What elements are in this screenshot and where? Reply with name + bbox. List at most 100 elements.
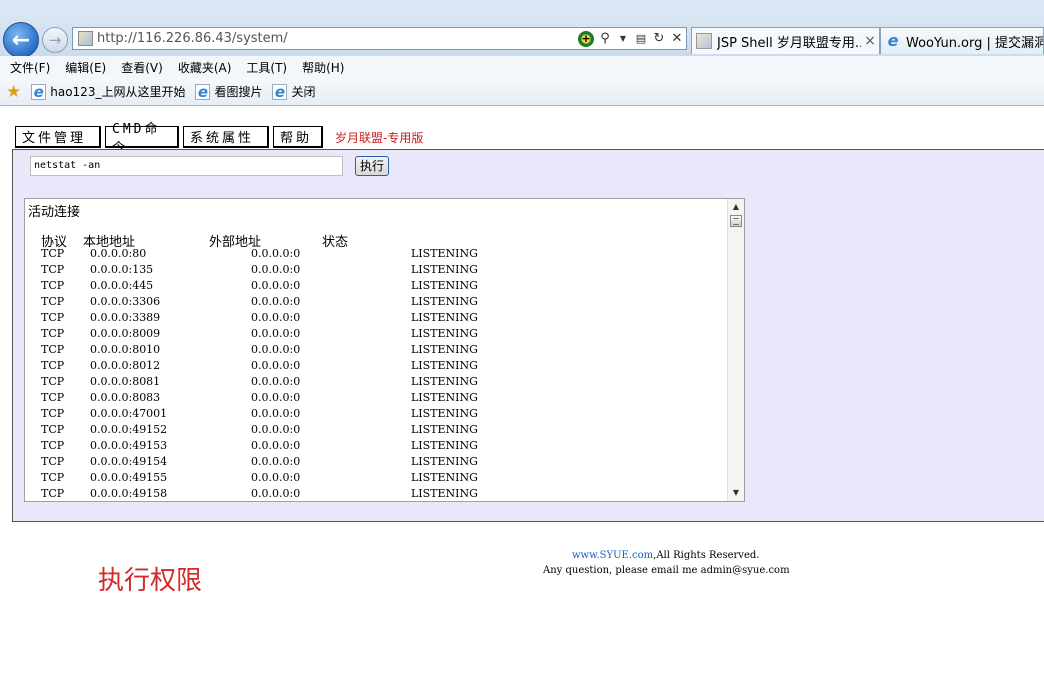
scroll-down-icon[interactable]: ▼ [728, 486, 744, 500]
connection-row: TCP 0.0.0.0:49152 0.0.0.0:0 LISTENING [25, 423, 728, 439]
cell-state: LISTENING [411, 455, 478, 468]
cell-foreign: 0.0.0.0:0 [251, 263, 301, 276]
menu-favorites[interactable]: 收藏夹(A) [178, 59, 232, 76]
compat-page-icon[interactable]: ▤ [634, 30, 648, 48]
cell-foreign: 0.0.0.0:0 [251, 487, 301, 500]
menu-bar: 文件(F) 编辑(E) 查看(V) 收藏夹(A) 工具(T) 帮助(H) [0, 56, 1044, 78]
footer-link[interactable]: www.SYUE.com [572, 550, 653, 561]
cell-foreign: 0.0.0.0:0 [251, 295, 301, 308]
tab-file-manager[interactable]: 文件管理 [15, 126, 101, 148]
cell-foreign: 0.0.0.0:0 [251, 375, 301, 388]
menu-tools[interactable]: 工具(T) [246, 59, 287, 76]
cell-proto: TCP [41, 343, 65, 356]
scroll-thumb[interactable] [730, 215, 742, 227]
connection-row: TCP 0.0.0.0:49155 0.0.0.0:0 LISTENING [25, 471, 728, 487]
footer-copyright: www.SYUE.com,All Rights Reserved. [572, 550, 759, 561]
cell-local: 0.0.0.0:49153 [90, 439, 168, 452]
cell-proto: TCP [41, 247, 65, 260]
output-title: 活动连接 [28, 205, 81, 220]
cell-proto: TCP [41, 439, 65, 452]
stop-icon[interactable]: ✕ [670, 30, 684, 48]
address-bar[interactable]: http://116.226.86.43/system/ + ⚲ ▼ ▤ ↻ ✕ [72, 27, 687, 50]
connection-row: TCP 0.0.0.0:80 0.0.0.0:0 LISTENING [25, 247, 728, 263]
cell-foreign: 0.0.0.0:0 [251, 247, 301, 260]
cell-local: 0.0.0.0:3306 [90, 295, 161, 308]
cell-foreign: 0.0.0.0:0 [251, 327, 301, 340]
scroll-up-icon[interactable]: ▲ [728, 200, 744, 214]
ie-page-icon: e [195, 83, 211, 100]
output-content: 活动连接 协议 本地地址 外部地址 状态 TCP 0.0.0.0:80 0.0.0.… [25, 199, 728, 501]
cell-proto: TCP [41, 279, 65, 292]
cell-foreign: 0.0.0.0:0 [251, 423, 301, 436]
cell-local: 0.0.0.0:3389 [90, 311, 161, 324]
cell-state: LISTENING [411, 423, 478, 436]
tab-system-properties[interactable]: 系统属性 [183, 126, 269, 148]
cell-proto: TCP [41, 311, 65, 324]
brand-label: 岁月联盟-专用版 [335, 130, 424, 145]
cell-foreign: 0.0.0.0:0 [251, 279, 301, 292]
cell-foreign: 0.0.0.0:0 [251, 407, 301, 420]
cell-proto: TCP [41, 327, 65, 340]
search-icon[interactable]: ⚲ [598, 30, 612, 48]
tab-cmd[interactable]: CMD命令 [105, 122, 179, 156]
forward-button[interactable]: → [42, 27, 68, 53]
cell-state: LISTENING [411, 279, 478, 292]
connection-row: TCP 0.0.0.0:3306 0.0.0.0:0 LISTENING [25, 295, 728, 311]
connection-row: TCP 0.0.0.0:445 0.0.0.0:0 LISTENING [25, 279, 728, 295]
ie-page-icon: e [31, 83, 47, 100]
chevron-down-icon[interactable]: ▼ [616, 30, 630, 48]
footer-rights: ,All Rights Reserved. [653, 550, 760, 561]
footer-contact: Any question, please email me admin@syue… [543, 565, 790, 576]
cell-proto: TCP [41, 455, 65, 468]
connection-row: TCP 0.0.0.0:8012 0.0.0.0:0 LISTENING [25, 359, 728, 375]
compatibility-view-icon[interactable]: + [578, 31, 594, 47]
menu-view[interactable]: 查看(V) [121, 59, 163, 76]
menu-help[interactable]: 帮助(H) [302, 59, 344, 76]
address-text[interactable]: http://116.226.86.43/system/ [97, 31, 288, 46]
cell-local: 0.0.0.0:8083 [90, 391, 161, 404]
connection-row: TCP 0.0.0.0:3389 0.0.0.0:0 LISTENING [25, 311, 728, 327]
favorite-hao123[interactable]: e hao123_上网从这里开始 [31, 83, 185, 100]
cell-local: 0.0.0.0:80 [90, 247, 147, 260]
menu-edit[interactable]: 编辑(E) [65, 59, 106, 76]
cell-proto: TCP [41, 295, 65, 308]
tab-help[interactable]: 帮助 [273, 126, 323, 148]
ie-page-icon: e [272, 83, 288, 100]
tab-wooyun[interactable]: e WooYun.org | 提交漏洞 [880, 27, 1044, 54]
cell-local: 0.0.0.0:8081 [90, 375, 161, 388]
menu-file[interactable]: 文件(F) [10, 59, 50, 76]
cell-state: LISTENING [411, 311, 478, 324]
cell-state: LISTENING [411, 327, 478, 340]
favorite-close[interactable]: e 关闭 [272, 83, 316, 100]
cell-local: 0.0.0.0:8012 [90, 359, 161, 372]
close-tab-icon[interactable]: × [861, 33, 879, 49]
cell-proto: TCP [41, 423, 65, 436]
cell-proto: TCP [41, 407, 65, 420]
cell-local: 0.0.0.0:445 [90, 279, 154, 292]
favorite-label: hao123_上网从这里开始 [50, 85, 186, 99]
cell-state: LISTENING [411, 391, 478, 404]
cell-foreign: 0.0.0.0:0 [251, 359, 301, 372]
favorite-image-search[interactable]: e 看图搜片 [195, 83, 262, 100]
output-scrollbar[interactable]: ▲ ▼ [727, 199, 744, 501]
cell-state: LISTENING [411, 247, 478, 260]
execute-button[interactable]: 执行 [355, 156, 389, 176]
back-button[interactable]: ← [3, 22, 39, 58]
favorite-label: 关闭 [291, 85, 316, 99]
cell-state: LISTENING [411, 343, 478, 356]
cell-proto: TCP [41, 487, 65, 500]
connection-row: TCP 0.0.0.0:8083 0.0.0.0:0 LISTENING [25, 391, 728, 407]
refresh-icon[interactable]: ↻ [652, 30, 666, 48]
tab-title: JSP Shell 岁月联盟专用... [717, 35, 861, 51]
connection-row: TCP 0.0.0.0:8009 0.0.0.0:0 LISTENING [25, 327, 728, 343]
cell-proto: TCP [41, 263, 65, 276]
favorites-star-icon[interactable]: ★ [6, 82, 21, 102]
arrow-left-icon: ← [11, 27, 31, 53]
connection-row: TCP 0.0.0.0:8081 0.0.0.0:0 LISTENING [25, 375, 728, 391]
command-input[interactable]: netstat -an [30, 156, 343, 176]
command-output[interactable]: 活动连接 协议 本地地址 外部地址 状态 TCP 0.0.0.0:80 0.0.0.… [24, 198, 745, 502]
tab-jsp-shell[interactable]: JSP Shell 岁月联盟专用... × [691, 27, 880, 54]
cell-local: 0.0.0.0:135 [90, 263, 154, 276]
cell-foreign: 0.0.0.0:0 [251, 343, 301, 356]
cell-state: LISTENING [411, 471, 478, 484]
